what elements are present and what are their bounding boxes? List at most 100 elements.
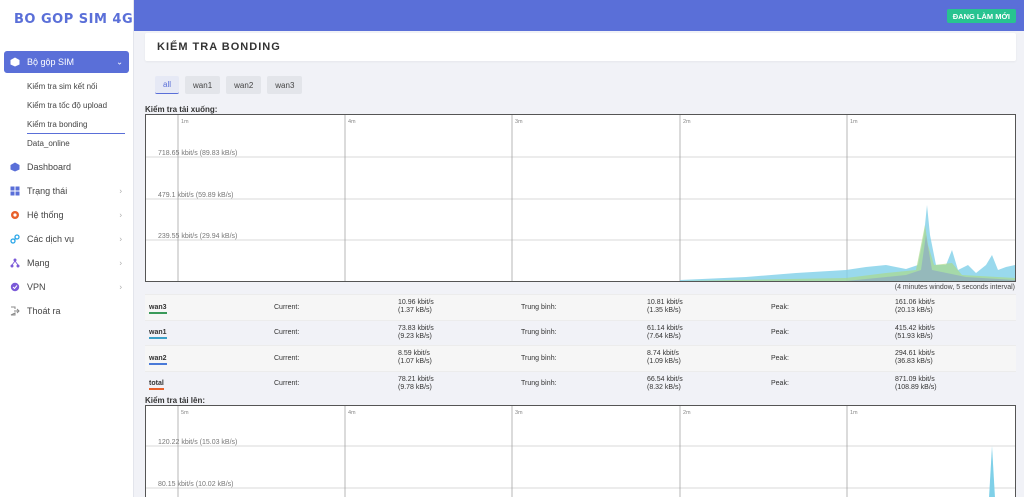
sidebar-item-label: Các dịch vụ	[27, 234, 75, 244]
sidebar-menu: Bộ gộp SIM ⌄ Kiểm tra sim kết nối Kiểm t…	[0, 51, 134, 323]
upload-graph: 5m 4m 3m 2m 1m 120.22 kbit/s (15.03 kB/s…	[145, 405, 1016, 497]
time-label: 4m	[348, 410, 356, 416]
sidebar-item-các-dịch-vụ[interactable]: Các dịch vụ ›	[0, 227, 134, 251]
current-value: 73.83 kbit/s (9.23 kB/s)	[398, 324, 434, 340]
chevron-right-icon: ›	[119, 282, 122, 292]
chevron-right-icon: ›	[119, 234, 122, 244]
page-title-card: KIỂM TRA BONDING	[145, 33, 1016, 61]
sidebar-item-vpn[interactable]: VPN ›	[0, 275, 134, 299]
average-value: 66.54 kbit/s (8.32 kB/s)	[647, 375, 683, 391]
sidebar-item-label: Thoát ra	[27, 306, 61, 316]
grid-icon	[10, 186, 20, 196]
average-value: 61.14 kbit/s (7.64 kB/s)	[647, 324, 683, 340]
average-value: 10.81 kbit/s (1.35 kB/s)	[647, 299, 683, 315]
peak-label: Peak:	[771, 303, 789, 311]
chevron-right-icon: ›	[119, 186, 122, 196]
y-axis-label: 120.22 kbit/s (15.03 kB/s)	[158, 439, 237, 446]
sidebar-item-mạng[interactable]: Mạng ›	[0, 251, 134, 275]
peak-value: 161.06 kbit/s (20.13 kB/s)	[895, 299, 935, 315]
table-row: wan2 Current: 8.59 kbit/s (1.07 kB/s) Tru…	[145, 345, 1016, 371]
sidebar-item-label: Dashboard	[27, 162, 72, 172]
time-label: 4m	[348, 119, 356, 125]
current-label: Current:	[274, 303, 300, 311]
interface-name: total	[149, 380, 164, 391]
cube-icon	[10, 57, 20, 67]
sidebar-item-label: Mạng	[27, 258, 50, 268]
current-value: 8.59 kbit/s (1.07 kB/s)	[398, 350, 432, 366]
sidebar-item-hệ-thống[interactable]: Hệ thống ›	[0, 203, 134, 227]
table-row: total Current: 78.21 kbit/s (9.78 kB/s) T…	[145, 370, 1016, 397]
cube-icon	[10, 162, 20, 172]
sidebar-item-bo-gop-sim[interactable]: Bộ gộp SIM ⌄	[4, 51, 129, 73]
tab-wan1[interactable]: wan1	[185, 76, 221, 94]
interface-name: wan1	[149, 329, 167, 340]
top-header: ĐANG LÀM MỚI	[134, 0, 1024, 31]
current-value: 10.96 kbit/s (1.37 kB/s)	[398, 299, 434, 315]
download-graph-label: Kiểm tra tải xuống:	[145, 105, 218, 114]
time-label: 2m	[683, 119, 691, 125]
y-axis-label: 479.1 kbit/s (59.89 kB/s)	[158, 192, 233, 199]
bandwidth-stats-table: wan3 Current: 10.96 kbit/s (1.37 kB/s) Tr…	[145, 294, 1016, 396]
upload-graph-canvas: 5m 4m 3m 2m 1m 120.22 kbit/s (15.03 kB/s…	[146, 406, 1015, 497]
sidebar-item-label: Hệ thống	[27, 210, 64, 220]
tab-wan2[interactable]: wan2	[226, 76, 262, 94]
sidebar-subitem-data-online[interactable]: Data_online	[0, 134, 134, 153]
table-row: wan3 Current: 10.96 kbit/s (1.37 kB/s) Tr…	[145, 294, 1016, 320]
sidebar: BO GOP SIM 4G Bộ gộp SIM ⌄ Kiểm tra sim …	[0, 0, 134, 497]
tab-all[interactable]: all	[155, 76, 180, 94]
wan1-upload-spike	[989, 446, 995, 497]
time-label: 2m	[683, 410, 691, 416]
average-label: Trung bình:	[521, 380, 557, 388]
sidebar-item-trạng-thái[interactable]: Trạng thái ›	[0, 179, 134, 203]
download-graph: 1m 4m 3m 2m 1m 718.65 kbit/s (89.83 kB/s…	[145, 114, 1016, 282]
time-label: 3m	[515, 119, 523, 125]
logout-icon	[10, 306, 20, 316]
sidebar-submenu: Kiểm tra sim kết nối Kiểm tra tốc độ upl…	[0, 73, 134, 153]
app-logo: BO GOP SIM 4G	[14, 12, 134, 27]
vpn-icon	[10, 282, 20, 292]
peak-value: 294.61 kbit/s (36.83 kB/s)	[895, 350, 935, 366]
sidebar-item-label: Bộ gộp SIM	[27, 57, 75, 67]
wan1-series-area	[680, 205, 1015, 281]
interface-tabs: all wan1 wan2 wan3	[155, 76, 303, 94]
time-label: 1m	[850, 119, 858, 125]
peak-label: Peak:	[771, 329, 789, 337]
interface-name: wan2	[149, 354, 167, 365]
y-axis-label: 80.15 kbit/s (10.02 kB/s)	[158, 481, 233, 488]
time-label: 1m	[850, 410, 858, 416]
current-label: Current:	[274, 380, 300, 388]
download-graph-canvas: 1m 4m 3m 2m 1m 718.65 kbit/s (89.83 kB/s…	[146, 115, 1015, 281]
gear-icon	[11, 211, 19, 219]
interface-name: wan3	[149, 303, 167, 314]
average-label: Trung bình:	[521, 354, 557, 362]
refresh-status-button[interactable]: ĐANG LÀM MỚI	[946, 9, 1016, 23]
sidebar-item-label: VPN	[27, 282, 46, 292]
tab-wan3[interactable]: wan3	[267, 76, 303, 94]
chevron-right-icon: ›	[119, 258, 122, 268]
time-label: 3m	[515, 410, 523, 416]
page-title: KIỂM TRA BONDING	[157, 41, 281, 53]
table-row: wan1 Current: 73.83 kbit/s (9.23 kB/s) Tr…	[145, 319, 1016, 346]
sidebar-subitem-sim-check[interactable]: Kiểm tra sim kết nối	[0, 77, 134, 96]
sidebar-subitem-bonding[interactable]: Kiểm tra bonding	[0, 115, 134, 134]
peak-label: Peak:	[771, 380, 789, 388]
upload-graph-label: Kiểm tra tải lên:	[145, 396, 206, 405]
network-icon	[10, 258, 20, 268]
peak-label: Peak:	[771, 354, 789, 362]
average-label: Trung bình:	[521, 329, 557, 337]
chevron-right-icon: ›	[119, 210, 122, 220]
chevron-down-icon: ⌄	[116, 57, 123, 67]
time-label: 1m	[181, 119, 189, 125]
average-value: 8.74 kbit/s (1.09 kB/s)	[647, 350, 681, 366]
sidebar-item-dashboard[interactable]: Dashboard	[0, 155, 134, 179]
current-value: 78.21 kbit/s (9.78 kB/s)	[398, 375, 434, 391]
y-axis-label: 239.55 kbit/s (29.94 kB/s)	[158, 233, 237, 240]
sidebar-item-thoát-ra[interactable]: Thoát ra	[0, 299, 134, 323]
sidebar-subitem-upload-speed[interactable]: Kiểm tra tốc độ upload	[0, 96, 134, 115]
time-label: 5m	[181, 410, 189, 416]
average-label: Trung bình:	[521, 303, 557, 311]
link-icon	[10, 234, 20, 244]
peak-value: 871.09 kbit/s (108.89 kB/s)	[895, 375, 937, 391]
current-label: Current:	[274, 329, 300, 337]
y-axis-label: 718.65 kbit/s (89.83 kB/s)	[158, 150, 237, 157]
